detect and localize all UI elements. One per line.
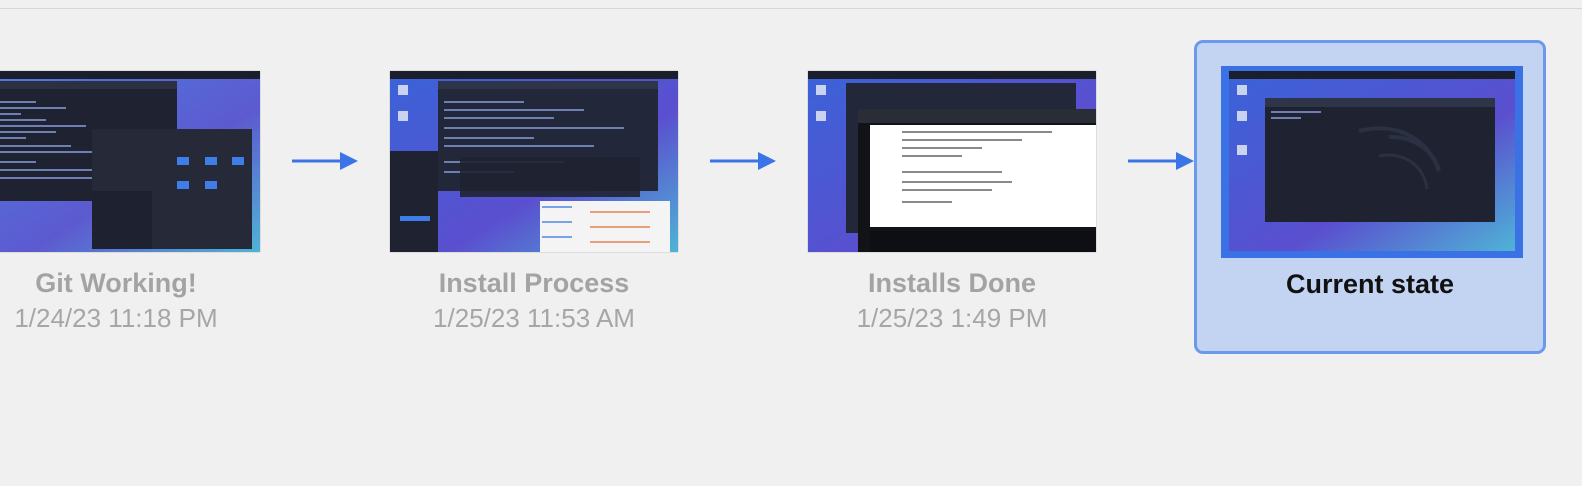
snapshot-thumbnail[interactable] (0, 71, 260, 252)
timeline-arrow-icon (292, 150, 358, 172)
timeline-arrow-icon (1128, 150, 1194, 172)
snapshot-date: 1/24/23 11:18 PM (14, 303, 218, 333)
snapshot-date: 1/25/23 1:49 PM (856, 303, 1048, 333)
snapshot-date: 1/25/23 11:53 AM (433, 303, 635, 333)
snapshot-title: Installs Done (867, 268, 1037, 298)
snapshot-installs-done[interactable]: Installs Done 1/25/23 1:49 PM (782, 0, 1122, 486)
snapshot-thumbnail[interactable] (1229, 71, 1515, 251)
snapshot-title: Current state (1285, 269, 1455, 299)
snapshot-title: Git Working! (35, 268, 197, 298)
snapshot-thumbnail[interactable] (808, 71, 1096, 252)
snapshot-install-process[interactable]: Install Process 1/25/23 11:53 AM (364, 0, 704, 486)
snapshot-title: Install Process (438, 268, 630, 298)
snapshot-current-state[interactable]: Current state (1194, 40, 1546, 354)
snapshot-git-working[interactable]: Git Working! 1/24/23 11:18 PM (0, 0, 286, 486)
snapshot-thumbnail[interactable] (390, 71, 678, 252)
timeline-arrow-icon (710, 150, 776, 172)
snapshot-thumbnail-frame (1221, 66, 1523, 258)
